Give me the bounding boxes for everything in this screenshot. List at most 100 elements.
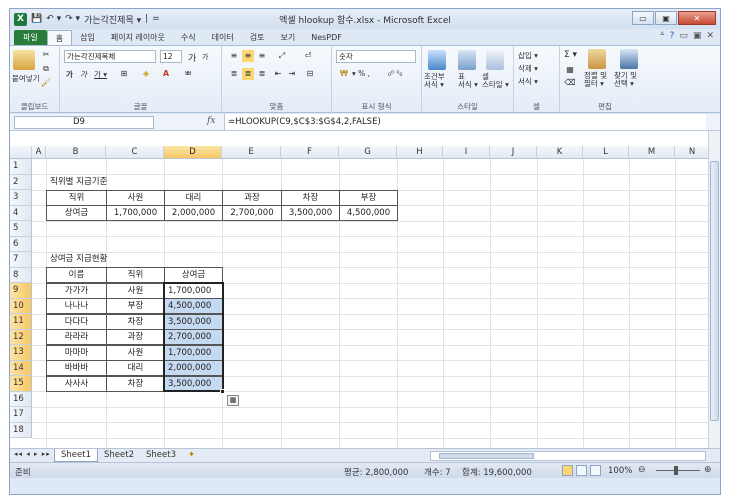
- row-header-3[interactable]: 3: [10, 190, 32, 206]
- wrap-text-icon[interactable]: ⏎: [302, 50, 314, 62]
- format-table-icon[interactable]: [458, 50, 476, 70]
- zoom-level[interactable]: 100%: [608, 466, 632, 476]
- horizontal-scroll-thumb[interactable]: [439, 453, 534, 459]
- tab-formulas[interactable]: 수식: [173, 30, 204, 45]
- doc-restore-icon[interactable]: ▣: [693, 31, 702, 41]
- font-name-combo[interactable]: 가는각진제목체: [64, 50, 156, 63]
- row-header-4[interactable]: 4: [10, 205, 32, 221]
- auto-fill-options-icon[interactable]: ▦: [227, 395, 239, 406]
- table2-bonus-cell[interactable]: 1,700,000: [164, 344, 223, 361]
- table2-name-cell[interactable]: 라라라: [46, 329, 107, 345]
- doc-minimize-icon[interactable]: ▭: [679, 31, 688, 41]
- row-header-18[interactable]: 18: [10, 422, 32, 438]
- table2-bonus-cell[interactable]: 4,500,000: [164, 298, 223, 314]
- column-header-n[interactable]: N: [675, 146, 710, 159]
- column-header-b[interactable]: B: [46, 146, 106, 159]
- customize-qat-icon[interactable]: =: [152, 14, 160, 24]
- merge-center-icon[interactable]: ⊟: [304, 68, 316, 80]
- autosum-button[interactable]: Σ ▾: [564, 50, 577, 60]
- find-select-label[interactable]: 찾기 및 선택 ▾: [614, 72, 637, 88]
- conditional-format-label[interactable]: 조건부 서식 ▾: [424, 73, 445, 89]
- phonetic-icon[interactable]: ㅃ: [182, 68, 194, 80]
- table2-name-cell[interactable]: 사사사: [46, 375, 107, 392]
- align-top-icon[interactable]: ≡: [228, 50, 240, 62]
- table2-position-cell[interactable]: 대리: [106, 360, 165, 376]
- sort-filter-label[interactable]: 정렬 및 필터 ▾: [584, 72, 607, 88]
- column-header-d[interactable]: D: [164, 146, 222, 159]
- sort-filter-icon[interactable]: [588, 49, 606, 69]
- table1-value-cell[interactable]: 2,700,000: [222, 205, 282, 221]
- underline-button[interactable]: 가 ▾: [94, 69, 107, 80]
- insert-sheet-icon[interactable]: ✦: [182, 449, 201, 462]
- insert-function-icon[interactable]: fx: [207, 116, 215, 126]
- insert-cells-button[interactable]: 삽입 ▾: [518, 50, 538, 61]
- row-header-14[interactable]: 14: [10, 360, 32, 376]
- row-header-10[interactable]: 10: [10, 298, 32, 314]
- zoom-slider[interactable]: [656, 470, 700, 471]
- row-header-5[interactable]: 5: [10, 221, 32, 237]
- delete-cells-button[interactable]: 삭제 ▾: [518, 63, 538, 74]
- table2-bonus-cell[interactable]: 2,700,000: [164, 329, 223, 345]
- qat-font-dropdown[interactable]: 가는각진제목 ▾: [84, 13, 141, 26]
- table2-position-cell[interactable]: 부장: [106, 298, 165, 314]
- table2-bonus-cell[interactable]: 1,700,000: [164, 282, 223, 299]
- decrease-indent-icon[interactable]: ⇤: [272, 68, 284, 80]
- horizontal-scrollbar[interactable]: [430, 451, 706, 461]
- format-painter-icon[interactable]: 🖌: [40, 77, 52, 89]
- tab-file[interactable]: 파일: [14, 30, 47, 45]
- table2-name-cell[interactable]: 가가가: [46, 282, 107, 299]
- cut-icon[interactable]: ✂: [40, 49, 52, 61]
- table1-value-cell[interactable]: 4,500,000: [339, 205, 398, 221]
- select-all-corner[interactable]: [10, 146, 32, 159]
- table1-header-cell[interactable]: 직위: [46, 190, 107, 206]
- table2-name-cell[interactable]: 다다다: [46, 313, 107, 330]
- table2-position-cell[interactable]: 과장: [106, 329, 165, 345]
- table1-value-cell[interactable]: 1,700,000: [106, 205, 165, 221]
- save-icon[interactable]: 💾: [31, 14, 42, 24]
- currency-icon[interactable]: ₩: [338, 68, 350, 80]
- column-header-h[interactable]: H: [397, 146, 443, 159]
- vertical-scrollbar[interactable]: [708, 131, 720, 448]
- row-header-12[interactable]: 12: [10, 329, 32, 345]
- increase-indent-icon[interactable]: ⇥: [286, 68, 298, 80]
- page-break-view-button[interactable]: [590, 465, 601, 476]
- table2-name-cell[interactable]: 마마마: [46, 344, 107, 361]
- formula-input[interactable]: =HLOOKUP(C9,$C$3:$G$4,2,FALSE): [224, 114, 706, 130]
- percent-comma-buttons[interactable]: ▾ % ,: [352, 69, 370, 78]
- zoom-in-button[interactable]: ⊕: [704, 465, 712, 475]
- page-layout-view-button[interactable]: [576, 465, 587, 476]
- table2-bonus-cell[interactable]: 3,500,000: [164, 375, 223, 392]
- decimal-buttons[interactable]: ₀⁰ ⁰₀: [388, 69, 402, 78]
- row-header-16[interactable]: 16: [10, 391, 32, 407]
- sheet-tab-sheet3[interactable]: Sheet3: [140, 449, 182, 462]
- vertical-scroll-thumb[interactable]: [710, 161, 719, 421]
- column-header-i[interactable]: I: [443, 146, 490, 159]
- column-header-k[interactable]: K: [537, 146, 583, 159]
- column-header-j[interactable]: J: [490, 146, 537, 159]
- cell-styles-icon[interactable]: [486, 50, 504, 70]
- column-header-l[interactable]: L: [583, 146, 629, 159]
- paste-icon[interactable]: [13, 50, 35, 70]
- table1-value-cell[interactable]: 3,500,000: [281, 205, 340, 221]
- table2-position-cell[interactable]: 사원: [106, 344, 165, 361]
- align-middle-icon[interactable]: ≡: [242, 50, 254, 62]
- cell-styles-label[interactable]: 셀 스타일 ▾: [482, 73, 509, 89]
- row-header-1[interactable]: 1: [10, 159, 32, 175]
- table1-value-cell[interactable]: 2,000,000: [164, 205, 223, 221]
- cell-b7-title[interactable]: 상여금 지급현황: [50, 252, 107, 267]
- restore-button[interactable]: ▣: [655, 11, 677, 25]
- orientation-icon[interactable]: ⤢: [276, 50, 288, 62]
- align-center-icon[interactable]: ≣: [242, 68, 254, 80]
- column-header-m[interactable]: M: [629, 146, 675, 159]
- table1-header-cell[interactable]: 사원: [106, 190, 165, 206]
- minimize-button[interactable]: ▭: [632, 11, 654, 25]
- table2-name-cell[interactable]: 나나나: [46, 298, 107, 314]
- normal-view-button[interactable]: [562, 465, 573, 476]
- tab-home[interactable]: 홈: [46, 30, 73, 45]
- tab-nespdf[interactable]: NesPDF: [303, 30, 350, 45]
- format-table-label[interactable]: 표 서식 ▾: [458, 73, 478, 89]
- table1-value-cell[interactable]: 상여금: [46, 205, 107, 221]
- font-color-icon[interactable]: A: [160, 68, 172, 80]
- tab-data[interactable]: 데이터: [204, 30, 242, 45]
- sheet-tab-sheet1[interactable]: Sheet1: [54, 449, 98, 462]
